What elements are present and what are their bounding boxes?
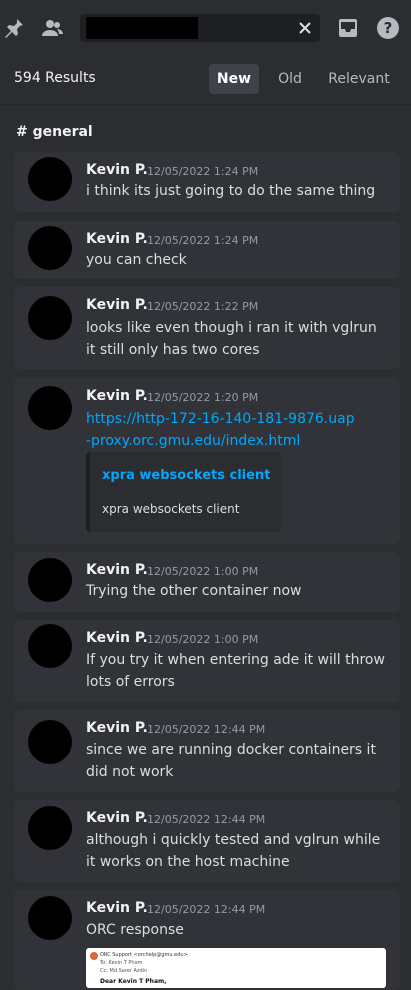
author-name[interactable]: Kevin P.	[86, 388, 148, 404]
results-count: 594 Results	[14, 70, 96, 86]
sort-old-tab[interactable]: Old	[270, 64, 310, 94]
author-name[interactable]: Kevin P.	[86, 162, 148, 178]
avatar[interactable]	[28, 624, 72, 668]
message-timestamp: 12/05/2022 12:44 PM	[147, 813, 266, 826]
message-text: ORC response	[86, 922, 184, 938]
email-from: ORC Support <orchelp@gmu.edu>	[100, 952, 188, 958]
author-name[interactable]: Kevin P.	[86, 810, 148, 826]
message-text: i think its just going to do the same th…	[86, 183, 376, 199]
email-avatar-icon	[90, 952, 98, 960]
author-name[interactable]: Kevin P.	[86, 720, 148, 736]
message-timestamp: 12/05/2022 1:24 PM	[147, 234, 259, 247]
message-timestamp: 12/05/2022 1:00 PM	[147, 633, 259, 646]
email-to: To: Kevin T Pham	[100, 960, 143, 966]
avatar[interactable]	[28, 386, 72, 430]
author-name[interactable]: Kevin P.	[86, 231, 148, 247]
avatar[interactable]	[28, 806, 72, 850]
avatar[interactable]	[28, 896, 72, 940]
embed-description: xpra websockets client	[102, 502, 240, 516]
search-result-message[interactable]: Kevin P. 12/05/2022 12:44 PM although i …	[14, 800, 400, 882]
results-bar: 594 Results New Old Relevant	[0, 56, 411, 105]
avatar[interactable]	[28, 296, 72, 340]
search-result-message[interactable]: Kevin P. 12/05/2022 12:44 PM since we ar…	[14, 710, 400, 792]
email-greeting: Dear Kevin T Pham,	[100, 978, 167, 985]
channel-header[interactable]: # general	[16, 124, 93, 140]
avatar[interactable]	[28, 157, 72, 201]
message-link[interactable]: https://http-172-16-140-181-9876.uap-pro…	[86, 408, 356, 452]
message-timestamp: 12/05/2022 1:22 PM	[147, 300, 259, 313]
author-name[interactable]: Kevin P.	[86, 900, 148, 916]
avatar[interactable]	[28, 226, 72, 270]
search-result-message[interactable]: Kevin P. 12/05/2022 12:44 PM ORC respons…	[14, 890, 400, 990]
top-bar: ?	[0, 0, 411, 56]
email-cc: Cc: Md Sarer Azdin	[100, 968, 148, 974]
avatar[interactable]	[28, 720, 72, 764]
message-text: you can check	[86, 252, 187, 268]
sort-new-tab[interactable]: New	[209, 64, 259, 94]
pin-icon[interactable]	[2, 16, 26, 40]
redacted-search-text	[86, 17, 198, 39]
sort-relevant-tab[interactable]: Relevant	[322, 64, 396, 94]
inbox-icon[interactable]	[336, 16, 360, 40]
message-timestamp: 12/05/2022 1:20 PM	[147, 391, 259, 404]
author-name[interactable]: Kevin P.	[86, 297, 148, 313]
avatar[interactable]	[28, 558, 72, 602]
search-result-message[interactable]: Kevin P. 12/05/2022 1:22 PM looks like e…	[14, 287, 400, 369]
image-attachment[interactable]: ORC Support <orchelp@gmu.edu> To: Kevin …	[86, 948, 386, 988]
svg-text:?: ?	[384, 19, 393, 37]
search-result-message[interactable]: Kevin P. 12/05/2022 1:24 PM you can chec…	[14, 221, 400, 279]
help-icon[interactable]: ?	[376, 16, 400, 40]
message-timestamp: 12/05/2022 12:44 PM	[147, 723, 266, 736]
members-icon[interactable]	[40, 16, 64, 40]
search-result-message[interactable]: Kevin P. 12/05/2022 1:00 PM If you try i…	[14, 620, 400, 702]
embed-title[interactable]: xpra websockets client	[102, 468, 270, 483]
search-result-message[interactable]: Kevin P. 12/05/2022 1:00 PM Trying the o…	[14, 552, 400, 612]
message-text: If you try it when entering ade it will …	[86, 652, 385, 690]
clear-search-icon[interactable]	[296, 19, 314, 37]
search-result-message[interactable]: Kevin P. 12/05/2022 1:24 PM i think its …	[14, 152, 400, 212]
author-name[interactable]: Kevin P.	[86, 562, 148, 578]
message-text: looks like even though i ran it with vgl…	[86, 320, 377, 358]
message-text: since we are running docker containers i…	[86, 742, 376, 780]
message-timestamp: 12/05/2022 1:00 PM	[147, 565, 259, 578]
link-embed: xpra websockets client xpra websockets c…	[86, 452, 282, 532]
message-text: although i quickly tested and vglrun whi…	[86, 832, 381, 870]
search-bar[interactable]	[80, 14, 320, 44]
message-timestamp: 12/05/2022 12:44 PM	[147, 903, 266, 916]
message-timestamp: 12/05/2022 1:24 PM	[147, 165, 259, 178]
search-result-message[interactable]: Kevin P. 12/05/2022 1:20 PM https://http…	[14, 378, 400, 544]
author-name[interactable]: Kevin P.	[86, 630, 148, 646]
message-text: Trying the other container now	[86, 583, 302, 599]
